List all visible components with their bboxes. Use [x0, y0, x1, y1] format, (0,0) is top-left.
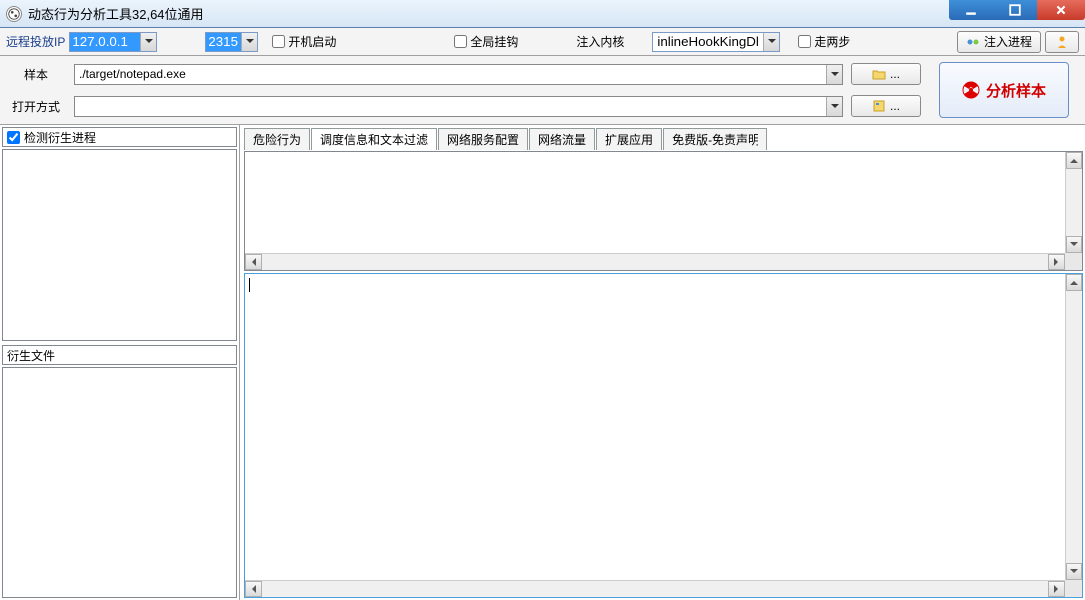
- chevron-down-icon[interactable]: [826, 65, 842, 84]
- scroll-track[interactable]: [262, 254, 1048, 270]
- autostart-check[interactable]: [272, 35, 285, 48]
- detect-spawn-label: 检测衍生进程: [24, 129, 96, 146]
- inject-process-button[interactable]: 注入进程: [957, 31, 1041, 53]
- sample-path-combo[interactable]: [74, 64, 843, 85]
- browse-sample-button[interactable]: ...: [851, 63, 921, 85]
- scroll-up-icon[interactable]: [1066, 274, 1082, 291]
- app-icon: [6, 6, 22, 22]
- scroll-corner: [1065, 580, 1082, 597]
- analyze-label: 分析样本: [986, 80, 1046, 101]
- tab-network-traffic[interactable]: 网络流量: [529, 128, 595, 150]
- user-icon: [1055, 35, 1069, 49]
- tab-extensions[interactable]: 扩展应用: [596, 128, 662, 150]
- app-icon: [872, 99, 886, 113]
- minimize-button[interactable]: [949, 0, 993, 20]
- window-title: 动态行为分析工具32,64位通用: [28, 4, 204, 23]
- chevron-down-icon[interactable]: [763, 33, 779, 51]
- detect-spawn-header: 检测衍生进程: [2, 127, 237, 147]
- two-step-label: 走两步: [814, 33, 850, 50]
- global-hook-label: 全局挂钩: [470, 33, 518, 50]
- tab-network-config[interactable]: 网络服务配置: [438, 128, 528, 150]
- sample-path-input[interactable]: [75, 65, 826, 84]
- browse-open-with-button[interactable]: ...: [851, 95, 921, 117]
- upper-text-area[interactable]: [244, 151, 1083, 271]
- close-button[interactable]: [1037, 0, 1085, 20]
- detect-spawn-check[interactable]: [7, 131, 20, 144]
- scroll-up-icon[interactable]: [1066, 152, 1082, 169]
- analyze-button[interactable]: 分析样本: [939, 62, 1069, 118]
- window-controls: [949, 0, 1085, 20]
- scroll-corner: [1065, 253, 1082, 270]
- browse-label: ...: [890, 99, 900, 113]
- tab-bar: 危险行为 调度信息和文本过滤 网络服务配置 网络流量 扩展应用 免费版-免责声明: [244, 127, 1083, 149]
- open-with-label: 打开方式: [6, 98, 66, 115]
- inject-process-label: 注入进程: [984, 33, 1032, 50]
- open-with-combo[interactable]: [74, 96, 843, 117]
- two-step-check[interactable]: [798, 35, 811, 48]
- right-column: 危险行为 调度信息和文本过滤 网络服务配置 网络流量 扩展应用 免费版-免责声明: [240, 125, 1085, 600]
- lower-text-area[interactable]: [244, 273, 1083, 598]
- file-area: 样本 ... 分析样本 打开方式 ...: [0, 56, 1085, 125]
- global-hook-checkbox[interactable]: 全局挂钩: [454, 33, 518, 50]
- two-step-checkbox[interactable]: 走两步: [798, 33, 850, 50]
- derived-files-header: 衍生文件: [2, 345, 237, 365]
- derived-files-label: 衍生文件: [7, 347, 55, 364]
- text-cursor: [249, 278, 250, 292]
- main-area: 检测衍生进程 衍生文件 危险行为 调度信息和文本过滤 网络服务配置 网络流量 扩…: [0, 125, 1085, 600]
- tab-danger[interactable]: 危险行为: [244, 128, 310, 150]
- title-bar: 动态行为分析工具32,64位通用: [0, 0, 1085, 28]
- chevron-down-icon[interactable]: [241, 33, 257, 51]
- tab-schedule-filter[interactable]: 调度信息和文本过滤: [311, 128, 437, 150]
- inject-kernel-label: 注入内核: [576, 33, 624, 50]
- remote-ip-combo[interactable]: [69, 32, 157, 52]
- vertical-scrollbar[interactable]: [1065, 152, 1082, 253]
- spawn-process-list[interactable]: [2, 149, 237, 341]
- horizontal-scrollbar[interactable]: [245, 580, 1065, 597]
- scroll-right-icon[interactable]: [1048, 254, 1065, 270]
- scroll-down-icon[interactable]: [1066, 236, 1082, 253]
- chevron-down-icon[interactable]: [826, 97, 842, 116]
- open-with-input[interactable]: [75, 97, 826, 116]
- autostart-label: 开机启动: [288, 33, 336, 50]
- left-column: 检测衍生进程 衍生文件: [0, 125, 240, 600]
- tab-free-disclaimer[interactable]: 免费版-免责声明: [663, 128, 767, 150]
- remote-ip-label: 远程投放IP: [6, 33, 65, 50]
- chevron-down-icon[interactable]: [140, 33, 156, 51]
- user-button[interactable]: [1045, 31, 1079, 53]
- browse-label: ...: [890, 67, 900, 81]
- hook-method-combo[interactable]: [652, 32, 780, 52]
- radiation-icon: [962, 81, 980, 99]
- global-hook-check[interactable]: [454, 35, 467, 48]
- remote-ip-input[interactable]: [70, 33, 140, 51]
- autostart-checkbox[interactable]: 开机启动: [272, 33, 336, 50]
- folder-icon: [872, 67, 886, 81]
- sample-label: 样本: [6, 66, 66, 83]
- toolbar: 远程投放IP 开机启动 全局挂钩 注入内核 走两步 注入进程: [0, 28, 1085, 56]
- horizontal-scrollbar[interactable]: [245, 253, 1065, 270]
- hook-method-input[interactable]: [653, 34, 763, 49]
- vertical-scrollbar[interactable]: [1065, 274, 1082, 580]
- port-combo[interactable]: [205, 32, 258, 52]
- port-input[interactable]: [206, 33, 241, 51]
- derived-files-list[interactable]: [2, 367, 237, 598]
- maximize-button[interactable]: [993, 0, 1037, 20]
- scroll-left-icon[interactable]: [245, 254, 262, 270]
- scroll-down-icon[interactable]: [1066, 563, 1082, 580]
- inject-icon: [966, 35, 980, 49]
